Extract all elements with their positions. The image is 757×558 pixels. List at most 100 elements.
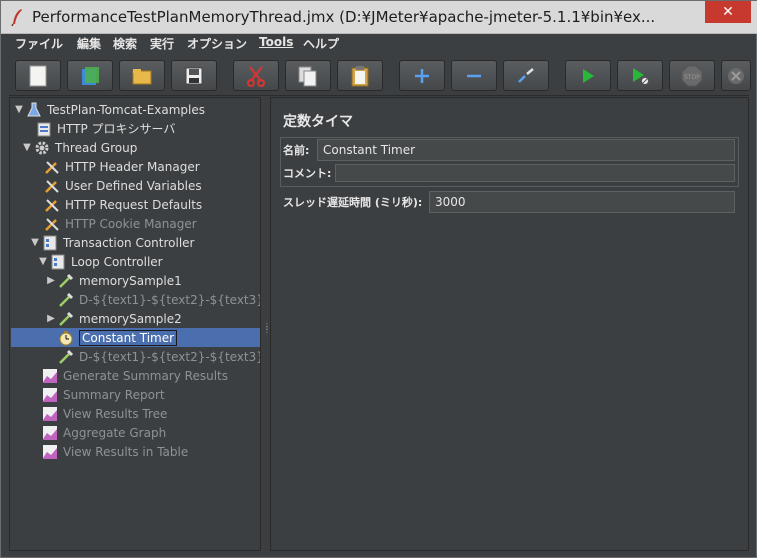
tree-node-memory-sample-2[interactable]: ▶ memorySample2 [45, 309, 182, 328]
pane-splitter[interactable]: ⋮ ⋮ [261, 97, 271, 551]
copy-icon [297, 65, 319, 87]
test-plan-tree[interactable]: ▼ TestPlan-Tomcat-Examples HTTP プロキシサーバ … [9, 97, 261, 551]
tree-node-memory-sample-1[interactable]: ▶ memorySample1 [45, 271, 182, 290]
copy-button[interactable] [285, 60, 331, 91]
start-button[interactable] [565, 60, 611, 91]
name-label: 名前: [283, 144, 310, 157]
collapsed-arrow-icon[interactable]: ▶ [45, 275, 57, 286]
tree-node-disabled-sampler-1[interactable]: D-${text1}-${text2}-${text3} [45, 290, 260, 309]
menu-search[interactable]: 検索 [113, 35, 137, 52]
tree-node-request-defaults[interactable]: HTTP Request Defaults [31, 195, 202, 214]
templates-icon [79, 65, 101, 87]
collapsed-arrow-icon[interactable]: ▶ [45, 313, 57, 324]
paste-icon [350, 65, 370, 87]
expanded-arrow-icon[interactable]: ▼ [37, 256, 49, 267]
tree-node-generate-summary[interactable]: Generate Summary Results [29, 366, 228, 385]
shutdown-button[interactable] [721, 60, 751, 91]
tree-node-summary-report[interactable]: Summary Report [29, 385, 165, 404]
flask-icon [25, 101, 43, 119]
expanded-arrow-icon[interactable]: ▼ [13, 104, 25, 115]
save-button[interactable] [171, 60, 217, 91]
comment-row: コメント: [283, 164, 735, 182]
stop-icon: STOP [681, 65, 703, 87]
toggle-button[interactable] [503, 60, 549, 91]
stopwatch-icon [57, 329, 75, 347]
constant-timer-panel: 定数タイマ 名前: Constant Timer コメント: スレッド遅延時間 … [270, 97, 749, 551]
panel-title: 定数タイマ [283, 114, 353, 130]
open-icon [131, 66, 153, 86]
graph-icon [41, 386, 59, 404]
name-field[interactable]: Constant Timer [317, 139, 735, 161]
stop-button[interactable]: STOP [669, 60, 715, 91]
delay-label: スレッド遅延時間 (ミリ秒): [283, 196, 423, 209]
minus-icon [465, 67, 483, 85]
collapse-all-button[interactable] [451, 60, 497, 91]
open-button[interactable] [119, 60, 165, 91]
menu-options[interactable]: オプション [187, 35, 247, 52]
wrench-icon [43, 177, 61, 195]
wrench-icon [43, 215, 61, 233]
app-window: PerformanceTestPlanMemoryThread.jmx (D:¥… [0, 0, 757, 558]
name-row: 名前: Constant Timer [283, 139, 735, 161]
cut-button[interactable] [233, 60, 279, 91]
plus-icon [413, 67, 431, 85]
tree-node-loop-controller[interactable]: ▼ Loop Controller [37, 252, 163, 271]
tree-node-thread-group[interactable]: ▼ Thread Group [21, 138, 137, 157]
cut-icon [245, 65, 267, 87]
gear-icon [33, 139, 51, 157]
proxy-icon [35, 120, 53, 138]
graph-icon [41, 424, 59, 442]
tree-node-transaction-controller[interactable]: ▼ Transaction Controller [29, 233, 195, 252]
expand-all-button[interactable] [399, 60, 445, 91]
new-button[interactable] [15, 60, 61, 91]
wrench-icon [43, 196, 61, 214]
comment-label: コメント: [283, 167, 332, 180]
toggle-icon [516, 66, 536, 86]
menu-run[interactable]: 実行 [150, 35, 174, 52]
tree-node-cookie-manager[interactable]: HTTP Cookie Manager [31, 214, 197, 233]
close-window-button[interactable]: ✕ [705, 1, 751, 23]
graph-icon [41, 367, 59, 385]
tree-node-view-results-tree[interactable]: View Results Tree [29, 404, 167, 423]
tree-node-disabled-sampler-2[interactable]: D-${text1}-${text2}-${text3} [45, 347, 260, 366]
delay-row: スレッド遅延時間 (ミリ秒): 3000 [283, 191, 735, 213]
expanded-arrow-icon[interactable]: ▼ [21, 142, 33, 153]
toolbar: STOP [9, 54, 751, 96]
shutdown-icon [726, 66, 746, 86]
svg-text:STOP: STOP [684, 74, 700, 81]
tree-node-aggregate-graph[interactable]: Aggregate Graph [29, 423, 166, 442]
wrench-icon [43, 158, 61, 176]
menu-help[interactable]: ヘルプ [303, 35, 339, 52]
start-no-pause-button[interactable] [617, 60, 663, 91]
expanded-arrow-icon[interactable]: ▼ [29, 237, 41, 248]
title-bar: PerformanceTestPlanMemoryThread.jmx (D:¥… [1, 1, 757, 34]
tree-node-view-results-table[interactable]: View Results in Table [29, 442, 188, 461]
tree-node-header-manager[interactable]: HTTP Header Manager [31, 157, 200, 176]
start-no-pause-icon [630, 66, 650, 86]
comment-field[interactable] [335, 164, 735, 182]
delay-field[interactable]: 3000 [429, 191, 735, 213]
tree-node-constant-timer[interactable]: Constant Timer [45, 328, 178, 347]
templates-button[interactable] [67, 60, 113, 91]
window-title: PerformanceTestPlanMemoryThread.jmx (D:¥… [32, 8, 656, 26]
pipette-icon [57, 310, 75, 328]
pipette-icon [57, 348, 75, 366]
pipette-icon [57, 272, 75, 290]
menu-file[interactable]: ファイル [15, 35, 63, 52]
tree-node-proxy[interactable]: HTTP プロキシサーバ [23, 119, 175, 138]
tree-node-testplan[interactable]: ▼ TestPlan-Tomcat-Examples [13, 100, 205, 119]
menu-edit[interactable]: 編集 [77, 35, 101, 52]
controller-icon [41, 234, 59, 252]
save-icon [184, 66, 204, 86]
pipette-icon [57, 291, 75, 309]
start-icon [579, 67, 597, 85]
menu-tools[interactable]: Tools [259, 35, 293, 49]
jmeter-feather-icon [10, 8, 24, 27]
paste-button[interactable] [337, 60, 383, 91]
new-icon [28, 65, 48, 87]
splitter-grip-icon[interactable]: ⋮ ⋮ [263, 323, 271, 337]
controller-icon [49, 253, 67, 271]
menu-bar: ファイル 編集 検索 実行 オプション Tools ヘルプ [9, 34, 749, 53]
graph-icon [41, 443, 59, 461]
tree-node-user-defined-variables[interactable]: User Defined Variables [31, 176, 202, 195]
